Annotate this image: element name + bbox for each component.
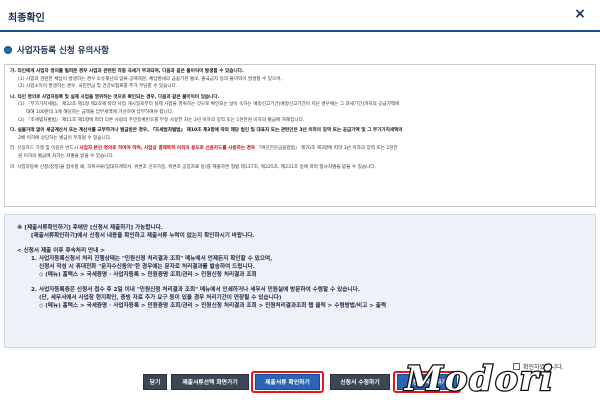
back-to-docs-button[interactable]: 제출서류선택 화면가기 [171, 374, 249, 390]
notice-line: 원 이하의 벌금에 처하는 처벌을 받을 수 있습니다. [18, 153, 115, 159]
bullet-icon [4, 46, 12, 54]
guide-line: ◇ (메뉴) 홈택스 > 국세증명 · 사업자등록 > 민원증명 조회/관리 >… [39, 272, 257, 279]
notice-line: 가. 타인에게 사업자 명의를 빌려준 경우 사업과 관련된 각종 국세가 부과… [10, 69, 244, 74]
close-button[interactable]: 닫기 [143, 374, 167, 390]
guide-line: [제출서류확인하기]에서 신청서 내용을 확인하고 제출서류 누락이 없는지 확… [31, 233, 255, 240]
guide-line: 신청서 작성 시 휴대전화 "문자수신동의"한 경우에는 문자로 처리결과를 발… [39, 264, 255, 271]
guide-box: ※ [제출서류확인하기] 후에만 [신청서 제출하기] 가능합니다. [제출서류확… [4, 214, 596, 348]
close-icon[interactable]: × [572, 6, 588, 22]
notice-line: 라. 신용카드 가맹 및 이용은 반드시 사업자 본인 명의로 하여야 하며, … [10, 145, 590, 153]
notice-highlight-text: 사업자 본인 명의로 하여야 하며, 사업상 결제목적 이외의 용도로 신용카드… [79, 146, 256, 152]
guide-line: ◇ (메뉴) 홈택스 > 국세증명 · 사업자등록 > 민원증명 조회/관리 >… [39, 303, 387, 310]
check-docs-button[interactable]: 제출서류 확인하기 [255, 374, 320, 390]
notice-line: 마. 사업자등록 신청(정정)을 접수할 때, 허위서류(임대차계약서, 위변조… [10, 164, 376, 170]
notice-box: 가. 타인에게 사업자 명의를 빌려준 경우 사업과 관련된 각종 국세가 부과… [4, 64, 596, 207]
guide-line: (단, 세무서에서 사업장 현지확인, 증빙 자료 추가 요구 등이 있을 경우… [39, 295, 282, 302]
notice-line: (2) 『조세범처벌법』 제11조 제1항에 따라 다른 사람의 주민등록번호를… [18, 117, 305, 123]
notice-line: 대해 100분의 1에 해당하는 금액을 납부세액에 가산하여 납부하여야 합니… [26, 109, 174, 115]
section-header: 사업자등록 신청 유의사항 [4, 43, 109, 57]
button-bar: 닫기 제출서류선택 화면가기 제출서류 확인하기 신청서 수정하기 신청서 제출… [0, 371, 600, 393]
guide-line: 2. 사업자등록증은 신청서 접수 후 2일 이내 "민원신청 처리결과 조회"… [31, 286, 360, 293]
guide-line: < 신청서 제출 이후 후속처리 안내 > [17, 247, 105, 254]
guide-line: ※ [제출서류확인하기] 후에만 [신청서 제출하기] 가능합니다. [17, 225, 163, 231]
notice-line: (2) 사업소득이 발생하는 경우, 국민연금 및 건강보험료를 추가 부담할 … [18, 84, 178, 90]
edit-application-button[interactable]: 신청서 수정하기 [330, 374, 390, 390]
submit-application-button[interactable]: 신청서 제출하기 [397, 374, 457, 390]
notice-line: 2배 이하에 상당하는 벌금이 부과될 수 있습니다. [18, 135, 112, 141]
confirm-check[interactable]: 확인하였습니다. [513, 362, 564, 371]
notice-line-text: 『여신전문금융업법』 제70조 제3항에 따라 3년 이하의 징역 또는 2천만 [255, 146, 398, 152]
notice-line: (1) 사업과 관련한 체납이 발생하는 경우 소유재산의 압류·공매처분, 체… [18, 76, 282, 82]
confirm-label: 확인하였습니다. [523, 364, 564, 371]
notice-line: (1) 『부가가치세법』 제22조 제1항 제2호에 따라 사업 개시일로부터 … [18, 102, 400, 108]
guide-line: 1. 사업자등록신청서 처리 진행상태는 "민원신청 처리결과 조회" 메뉴에서… [31, 255, 273, 262]
window-titlebar: 최종확인 × [0, 0, 600, 32]
notice-line-text: 라. 신용카드 가맹 및 이용은 반드시 [10, 146, 80, 152]
notice-line: 다. 실물거래 없이 세금계산서 또는 계산서를 교부하거나 발급받은 경우, … [10, 128, 403, 134]
notice-line: 나. 타인 명의로 사업자등록 및 실제 사업을 영위하는 것으로 확인되는 경… [10, 94, 220, 100]
section-title: 사업자등록 신청 유의사항 [17, 46, 109, 56]
window-title: 최종확인 [8, 13, 45, 24]
confirm-checkbox[interactable] [513, 363, 520, 370]
